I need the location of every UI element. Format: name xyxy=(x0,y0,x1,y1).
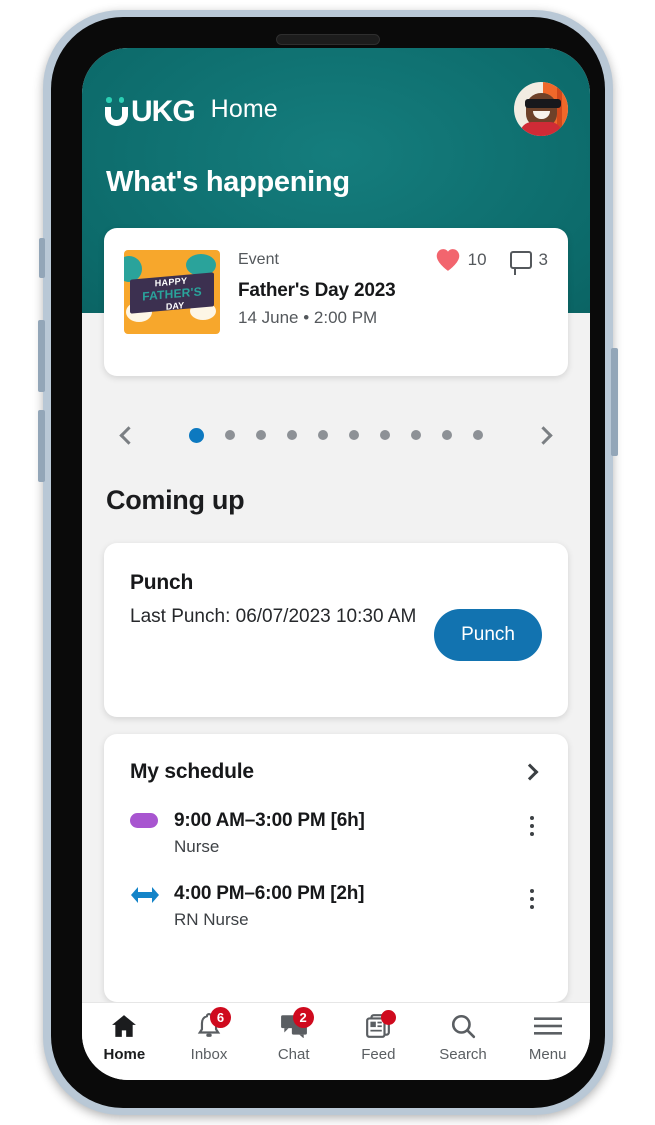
last-punch-text: Last Punch: 06/07/2023 10:30 AM xyxy=(130,606,417,627)
carousel-dot-8[interactable] xyxy=(411,430,421,440)
search-icon xyxy=(450,1012,476,1040)
volume-up-button[interactable] xyxy=(38,320,45,392)
ukg-logo[interactable]: UKG xyxy=(104,92,196,128)
schedule-row-time: 4:00 PM–6:00 PM [2h] xyxy=(174,883,365,904)
earpiece-speaker xyxy=(276,34,380,45)
nav-item-inbox[interactable]: 6 Inbox xyxy=(167,1007,252,1063)
schedule-row[interactable]: 4:00 PM–6:00 PM [2h] RN Nurse xyxy=(130,883,542,930)
comment-stat[interactable]: 3 xyxy=(509,250,548,275)
schedule-row-time: 9:00 AM–3:00 PM [6h] xyxy=(174,810,365,831)
carousel-pager xyxy=(104,414,568,456)
my-schedule-title: My schedule xyxy=(130,760,254,783)
comment-icon xyxy=(509,251,532,275)
event-stats: 10 3 xyxy=(435,248,548,275)
volume-down-button[interactable] xyxy=(38,410,45,482)
fathers-day-thumbnail: HAPPY FATHER'S DAY xyxy=(124,250,220,334)
carousel-dot-4[interactable] xyxy=(287,430,297,440)
notification-badge xyxy=(381,1010,397,1025)
home-icon xyxy=(111,1012,137,1040)
carousel-dots xyxy=(189,427,483,443)
purple-pill-icon xyxy=(130,813,158,828)
event-meta: 14 June • 2:00 PM xyxy=(238,308,378,327)
schedule-row-text: 9:00 AM–3:00 PM [6h] Nurse xyxy=(174,810,522,857)
carousel-dot-10[interactable] xyxy=(473,430,483,440)
phone-screen: UKG Home What's happening HAPPY FATHER'S… xyxy=(82,48,590,1080)
nav-label: Menu xyxy=(528,1046,567,1063)
nav-label: Inbox xyxy=(190,1046,228,1063)
my-schedule-header[interactable]: My schedule xyxy=(130,760,542,784)
phone-bezel: UKG Home What's happening HAPPY FATHER'S… xyxy=(51,17,605,1108)
kebab-menu-icon[interactable] xyxy=(522,883,542,909)
schedule-row-role: Nurse xyxy=(174,837,220,856)
event-title: Father's Day 2023 xyxy=(238,280,396,301)
schedule-row[interactable]: 9:00 AM–3:00 PM [6h] Nurse xyxy=(130,810,542,857)
nav-label: Home xyxy=(103,1046,146,1063)
nav-label: Chat xyxy=(277,1046,310,1063)
like-stat[interactable]: 10 xyxy=(435,248,487,272)
purple-pill-icon xyxy=(130,810,174,828)
notification-badge: 6 xyxy=(210,1007,231,1028)
mute-switch[interactable] xyxy=(39,238,45,278)
chat-icon: 2 xyxy=(280,1007,314,1040)
like-count: 10 xyxy=(467,250,487,269)
kebab-menu-icon[interactable] xyxy=(522,810,542,836)
bell-icon: 6 xyxy=(197,1007,231,1040)
nav-item-home[interactable]: Home xyxy=(82,1012,167,1063)
chevron-left-icon[interactable] xyxy=(119,425,138,445)
power-button[interactable] xyxy=(611,348,618,456)
carousel-dot-2[interactable] xyxy=(225,430,235,440)
nav-item-search[interactable]: Search xyxy=(421,1012,506,1063)
swap-arrows-icon xyxy=(131,887,159,903)
punch-button[interactable]: Punch xyxy=(434,609,542,661)
nav-label: Search xyxy=(439,1046,487,1063)
nav-item-menu[interactable]: Menu xyxy=(505,1012,590,1063)
ukg-u-glyph xyxy=(104,96,130,126)
schedule-row-role: RN Nurse xyxy=(174,910,249,929)
punch-card: Punch Last Punch: 06/07/2023 10:30 AM Pu… xyxy=(104,543,568,717)
schedule-rows: 9:00 AM–3:00 PM [6h] Nurse 4:00 PM–6:00 PM… xyxy=(130,810,542,930)
bottom-navigation: Home 6 Inbox 2 Chat Feed Search Menu xyxy=(82,1002,590,1080)
carousel-dot-3[interactable] xyxy=(256,430,266,440)
feed-icon xyxy=(365,1010,397,1040)
event-card[interactable]: HAPPY FATHER'S DAY 10 3 Event Father's D… xyxy=(104,228,568,376)
carousel-dot-6[interactable] xyxy=(349,430,359,440)
schedule-row-text: 4:00 PM–6:00 PM [2h] RN Nurse xyxy=(174,883,522,930)
page-title: Home xyxy=(210,94,278,123)
avatar[interactable] xyxy=(514,82,568,136)
top-bar: UKG Home xyxy=(82,78,590,140)
chevron-right-icon[interactable] xyxy=(534,425,553,445)
carousel-dot-5[interactable] xyxy=(318,430,328,440)
swap-arrows-icon xyxy=(130,883,174,904)
punch-title: Punch xyxy=(130,571,194,594)
my-schedule-card: My schedule 9:00 AM–3:00 PM [6h] Nurse 4:0… xyxy=(104,734,568,1002)
carousel-dot-1[interactable] xyxy=(189,427,204,443)
carousel-dot-9[interactable] xyxy=(442,430,452,440)
heart-icon xyxy=(436,249,459,271)
hamburger-menu-icon xyxy=(533,1012,562,1040)
carousel-dot-7[interactable] xyxy=(380,430,390,440)
comment-count: 3 xyxy=(538,250,548,269)
notification-badge: 2 xyxy=(292,1007,314,1028)
nav-label: Feed xyxy=(361,1046,396,1063)
chevron-right-icon[interactable] xyxy=(521,763,539,781)
phone-frame: UKG Home What's happening HAPPY FATHER'S… xyxy=(38,10,618,1115)
coming-up-heading: Coming up xyxy=(106,485,245,515)
nav-item-chat[interactable]: 2 Chat xyxy=(251,1007,336,1063)
event-body: 10 3 Event Father's Day 2023 14 June • 2… xyxy=(238,248,548,354)
nav-item-feed[interactable]: Feed xyxy=(336,1010,421,1063)
whats-happening-heading: What's happening xyxy=(106,166,350,198)
ukg-logo-text: UKG xyxy=(131,95,196,128)
